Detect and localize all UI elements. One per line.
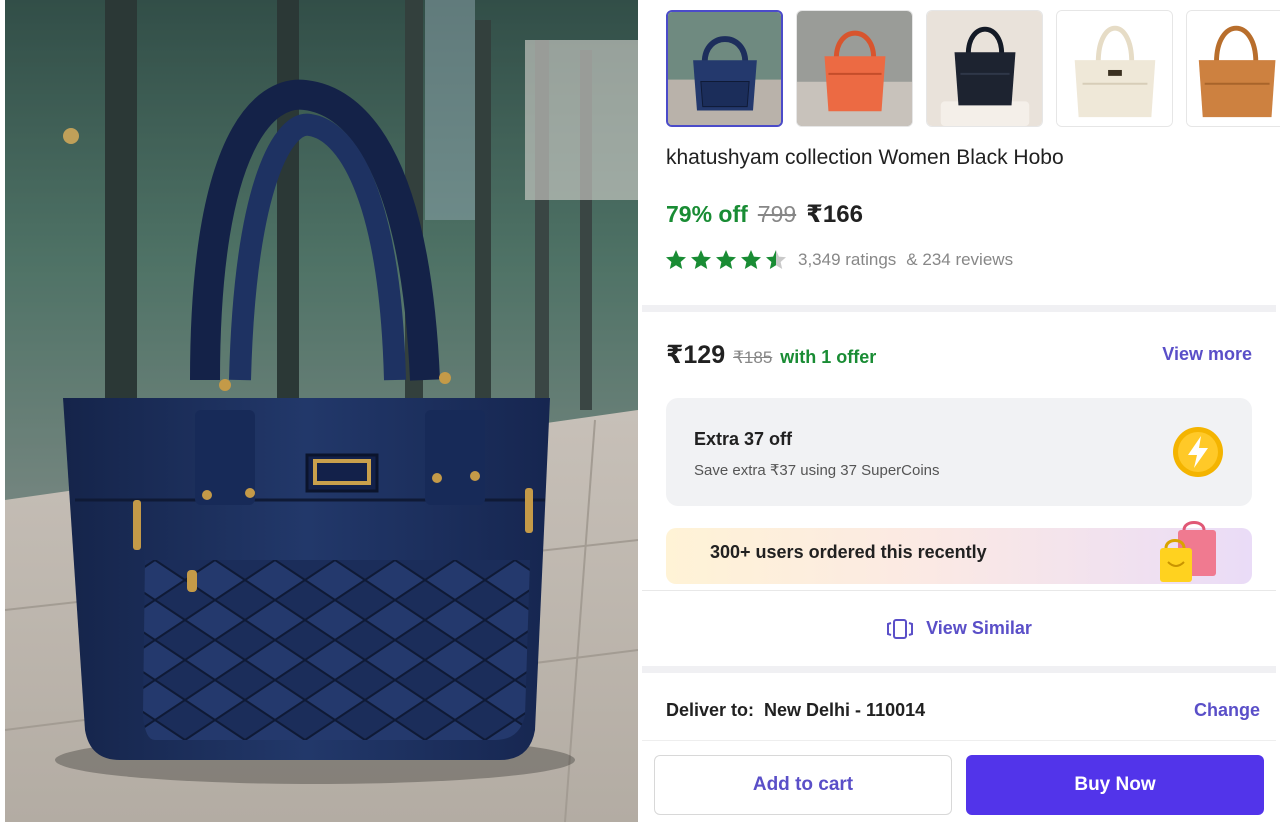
thumbnail-strip <box>666 10 1280 128</box>
section-divider <box>642 666 1276 673</box>
view-similar-icon <box>887 618 914 639</box>
rating-row[interactable]: 3,349 ratings & 234 reviews <box>664 248 1013 272</box>
product-title: khatushyam collection Women Black Hobo <box>666 146 1064 169</box>
supercoins-offer-card[interactable]: Extra 37 off Save extra ₹37 using 37 Sup… <box>666 398 1252 506</box>
price-row: 79% off 799 ₹166 <box>666 200 863 229</box>
offer-label: with 1 offer <box>780 347 877 367</box>
supercoin-lightning-icon <box>1173 427 1223 477</box>
orange-bag-thumb-image <box>797 11 912 126</box>
star-half-icon <box>766 250 786 269</box>
change-address-link[interactable]: Change <box>1194 700 1260 721</box>
view-more-link[interactable]: View more <box>1162 344 1252 365</box>
bottom-action-bar: Add to cart Buy Now <box>642 740 1276 822</box>
thumb-orange-bag[interactable] <box>796 10 913 127</box>
product-hero-image[interactable] <box>5 0 638 822</box>
reviews-count: & 234 reviews <box>906 250 1014 269</box>
offer-price-row: ₹129 ₹185 with 1 offer <box>666 340 876 370</box>
delivery-location: New Delhi - 110014 <box>764 700 926 720</box>
star-full-icon <box>741 250 761 269</box>
delivery-address: Deliver to: New Delhi - 110014 <box>666 700 925 721</box>
recent-orders-text: 300+ users ordered this recently <box>710 542 987 562</box>
view-similar-label: View Similar <box>926 618 1032 638</box>
offer-price: ₹129 <box>666 341 726 369</box>
thumb-navy-bag[interactable] <box>666 10 783 127</box>
navy-handbag-photo <box>5 0 638 822</box>
black-bag-thumb-image <box>927 11 1042 126</box>
thumb-black-bag[interactable] <box>926 10 1043 127</box>
product-details-panel: khatushyam collection Women Black Hobo 7… <box>642 0 1280 822</box>
shopping-bags-icon <box>1160 521 1216 582</box>
cream-bag-thumb-image <box>1057 11 1172 126</box>
supercoins-title: Extra 37 off <box>694 429 793 449</box>
ratings-count: 3,349 ratings <box>798 250 897 269</box>
thumb-tan-bag[interactable] <box>1186 10 1280 127</box>
star-rating <box>664 248 788 272</box>
add-to-cart-button[interactable]: Add to cart <box>654 755 952 815</box>
deliver-to-label: Deliver to: <box>666 700 755 720</box>
thumb-cream-bag[interactable] <box>1056 10 1173 127</box>
offer-original-price: ₹185 <box>733 348 773 367</box>
selling-price: ₹166 <box>806 201 863 228</box>
star-full-icon <box>691 250 711 269</box>
original-price: 799 <box>757 201 797 227</box>
buy-now-button[interactable]: Buy Now <box>966 755 1264 815</box>
navy-bag-thumb-image <box>668 12 781 125</box>
section-divider <box>642 305 1276 312</box>
supercoins-subtitle: Save extra ₹37 using 37 SuperCoins <box>694 462 940 479</box>
star-full-icon <box>716 250 736 269</box>
discount-percent: 79% off <box>666 201 748 227</box>
view-similar-button[interactable]: View Similar <box>642 590 1276 666</box>
tan-bag-thumb-image <box>1187 11 1280 126</box>
recent-orders-banner: 300+ users ordered this recently <box>666 521 1252 584</box>
star-full-icon <box>666 250 686 269</box>
